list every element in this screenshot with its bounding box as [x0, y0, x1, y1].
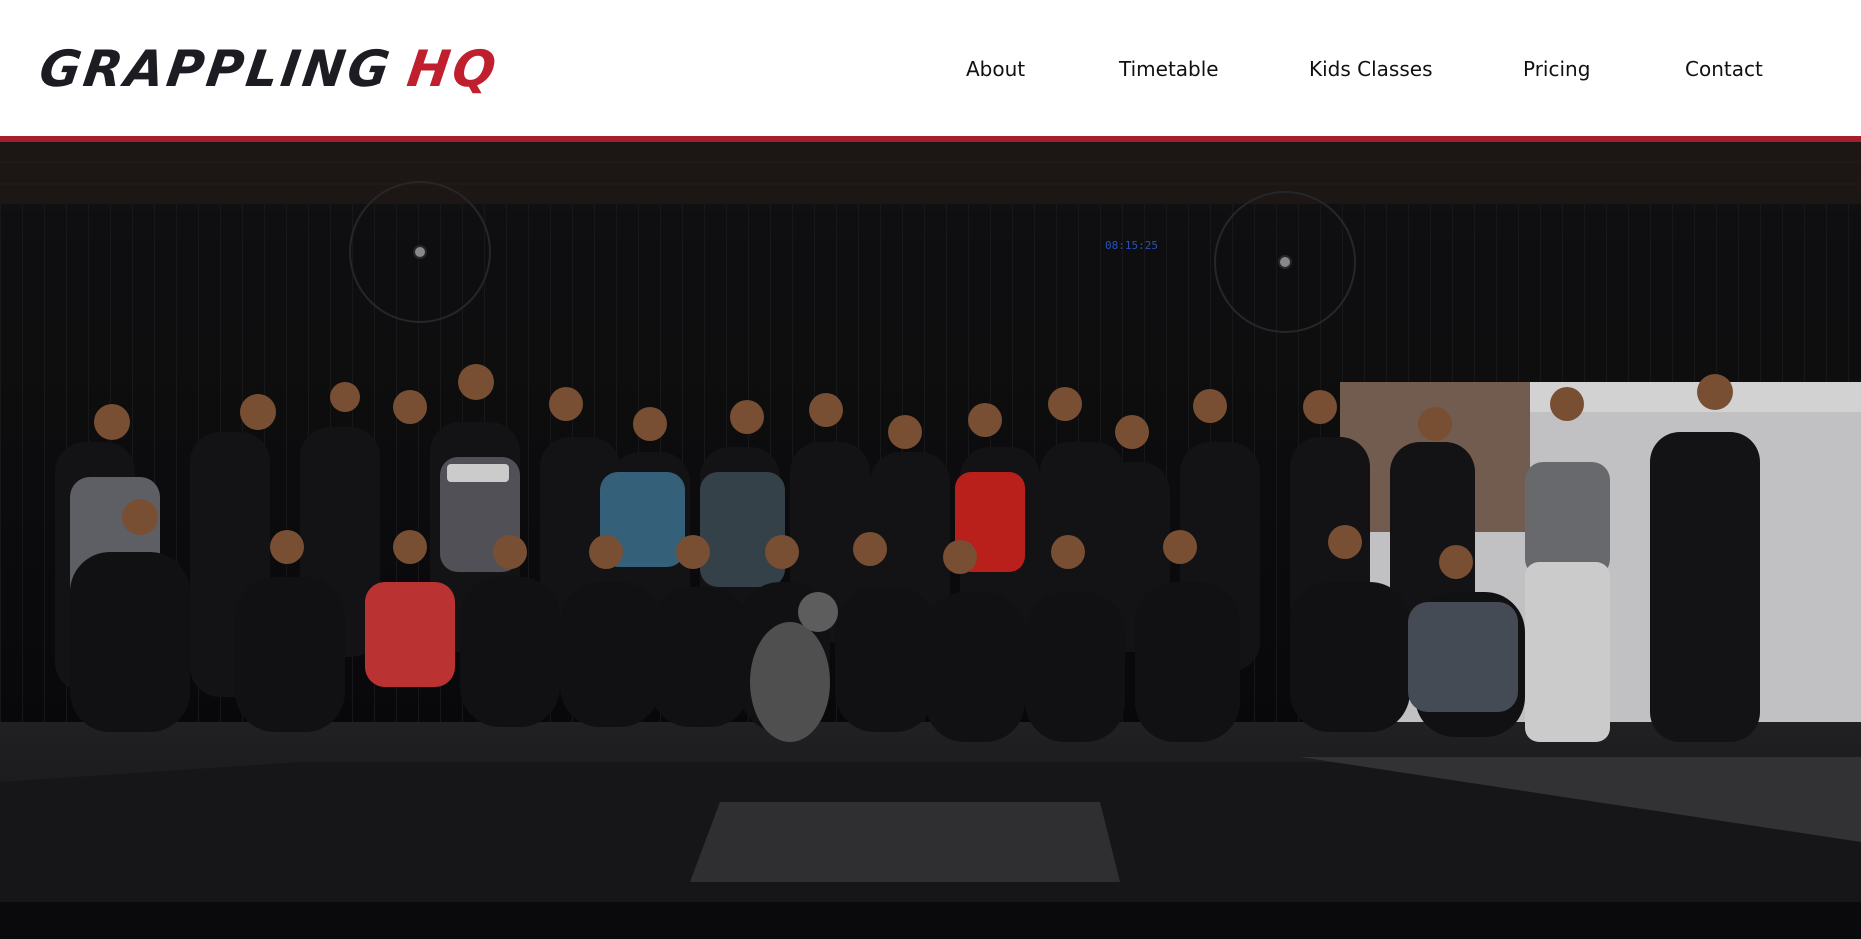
nav-link-pricing[interactable]: Pricing	[1523, 52, 1590, 86]
main-nav: About Timetable Kids Classes Pricing Con…	[0, 52, 1861, 86]
team-photo-illustration: 08:15:25	[0, 142, 1861, 939]
nav-link-kids-classes[interactable]: Kids Classes	[1309, 52, 1433, 86]
nav-link-timetable[interactable]: Timetable	[1119, 52, 1219, 86]
hero-team-photo: 08:15:25	[0, 142, 1861, 939]
nav-link-about[interactable]: About	[966, 52, 1025, 86]
nav-link-contact[interactable]: Contact	[1685, 52, 1763, 86]
site-header: GRAPPLING HQ About Timetable Kids Classe…	[0, 0, 1861, 136]
